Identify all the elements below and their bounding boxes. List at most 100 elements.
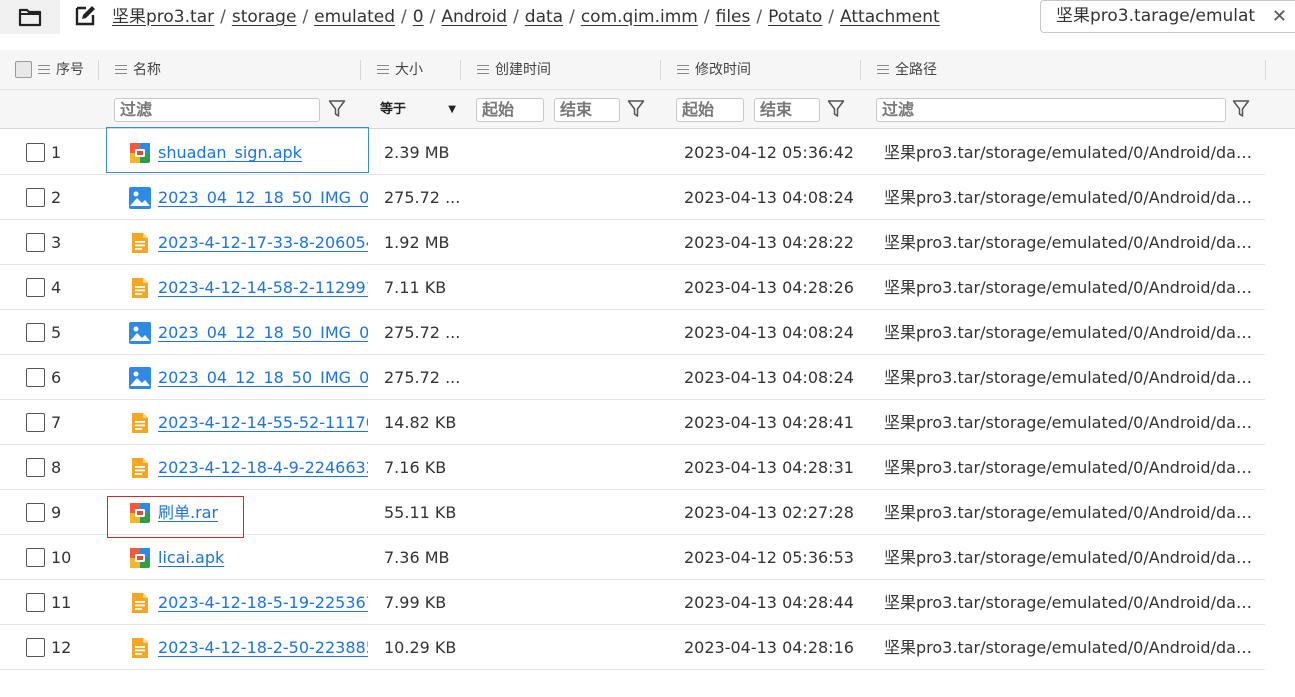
column-menu-icon [115,65,127,74]
row-index: 7 [51,413,62,432]
edit-icon[interactable] [74,5,96,27]
path-filter-input[interactable]: 过滤 [876,98,1226,122]
focused-cell [106,127,369,173]
table-row[interactable]: 6 2023_04_12_18_50_IMG_0022.JPG 275.72 ..… [0,355,1265,400]
file-name-cell[interactable]: 2023-4-12-14-58-2-1129910 [128,265,368,310]
filter-icon[interactable] [328,99,346,119]
table-row[interactable]: 4 2023-4-12-14-58-2-1129910 7.11 KB 2023-0… [0,265,1265,310]
full-path: 坚果pro3.tar/storage/emulated/0/Android/da… [884,413,1256,432]
row-checkbox[interactable] [26,638,45,657]
file-name-cell[interactable]: 2023-4-12-14-55-52-1117000 [128,400,368,445]
modified-start-placeholder: 起始 [682,100,715,119]
row-checkbox[interactable] [26,368,45,387]
column-divider[interactable] [360,60,361,80]
column-index-label: 序号 [56,62,84,78]
row-checkbox[interactable] [26,278,45,297]
created-start-placeholder: 起始 [482,100,515,119]
file-name-cell[interactable]: 2023-4-12-18-5-19-2253670 [128,580,368,625]
full-path: 坚果pro3.tar/storage/emulated/0/Android/da… [884,593,1256,612]
name-filter-input[interactable]: 过滤 [114,98,320,122]
breadcrumb-item[interactable]: emulated [314,7,395,27]
file-name-cell[interactable]: 2023-4-12-17-33-8-2060540 [128,220,368,265]
row-checkbox[interactable] [26,143,45,162]
column-divider[interactable] [660,60,661,80]
file-name-cell[interactable]: 2023_04_12_18_50_IMG_0022.JPG [128,355,368,400]
file-name-cell[interactable]: 2023-4-12-18-4-9-2246632 [128,445,368,490]
breadcrumb-item[interactable]: Android [441,7,507,27]
table-row[interactable]: 11 2023-4-12-18-5-19-2253670 7.99 KB 2023-… [0,580,1265,625]
table-row[interactable]: 12 2023-4-12-18-2-50-2238850 10.29 KB 2023… [0,625,1265,670]
breadcrumb-item[interactable]: storage [232,7,297,27]
file-name-link[interactable]: licai.apk [158,535,224,580]
file-name-link[interactable]: 2023-4-12-14-55-52-1117000 [158,400,368,445]
breadcrumb-item[interactable]: 0 [413,7,424,27]
column-divider[interactable] [860,60,861,80]
row-index: 3 [51,233,62,252]
row-checkbox[interactable] [26,593,45,612]
path-input-value: 坚果pro3.tarage/emulat [1056,6,1256,26]
column-divider[interactable] [460,60,461,80]
row-index: 11 [51,593,72,612]
file-name-link[interactable]: 2023_04_12_18_50_IMG_0021.JPG [158,310,368,355]
modified-start-input[interactable]: 起始 [676,98,744,122]
created-start-input[interactable]: 起始 [476,98,544,122]
row-checkbox[interactable] [26,503,45,522]
file-size: 275.72 ... [384,188,461,207]
file-name-cell[interactable]: 2023_04_12_18_50_IMG_0021.JPG [128,310,368,355]
table-row[interactable]: 3 2023-4-12-17-33-8-2060540 1.92 MB 2023-0… [0,220,1265,265]
close-icon[interactable]: ✕ [1272,1,1287,32]
filter-icon[interactable] [827,99,845,119]
breadcrumb-separator: / [756,7,763,27]
file-size: 1.92 MB [384,233,450,252]
column-fullpath[interactable]: 全路径 [877,50,937,90]
select-all-checkbox[interactable] [15,61,32,78]
column-created[interactable]: 创建时间 [477,50,551,90]
breadcrumb-item[interactable]: files [716,7,751,27]
column-divider[interactable] [98,60,99,80]
file-name-link[interactable]: 2023-4-12-18-5-19-2253670 [158,580,368,625]
full-path: 坚果pro3.tar/storage/emulated/0/Android/da… [884,548,1256,567]
file-name-link[interactable]: 2023-4-12-18-4-9-2246632 [158,445,368,490]
column-name[interactable]: 名称 [115,50,161,90]
file-name-link[interactable]: 2023_04_12_18_50_IMG_0022.JPG [158,355,368,400]
breadcrumb-item[interactable]: Attachment [840,7,940,27]
column-size[interactable]: 大小 [377,50,423,90]
row-checkbox[interactable] [26,413,45,432]
row-checkbox[interactable] [26,458,45,477]
file-name-cell[interactable]: 2023-4-12-18-2-50-2238850 [128,625,368,670]
path-input[interactable]: 坚果pro3.tarage/emulat ✕ [1040,0,1295,33]
table-row[interactable]: 7 2023-4-12-14-55-52-1117000 14.82 KB 2023… [0,400,1265,445]
column-divider[interactable] [1265,60,1266,80]
file-name-cell[interactable]: licai.apk [128,535,368,580]
breadcrumb-item[interactable]: Potato [768,7,822,27]
row-checkbox[interactable] [26,233,45,252]
created-end-input[interactable]: 结束 [554,98,620,122]
modified-end-input[interactable]: 结束 [754,98,820,122]
row-index: 6 [51,368,62,387]
folder-button[interactable] [0,0,60,34]
column-modified[interactable]: 修改时间 [677,50,751,90]
filter-icon[interactable] [1232,99,1250,119]
row-checkbox[interactable] [26,188,45,207]
file-name-link[interactable]: 2023-4-12-14-58-2-1129910 [158,265,368,310]
table-row[interactable]: 8 2023-4-12-18-4-9-2246632 7.16 KB 2023-04… [0,445,1265,490]
row-checkbox[interactable] [26,323,45,342]
table-row[interactable]: 10 licai.apk 7.36 MB 2023-04-12 05:36:53 坚果… [0,535,1265,580]
file-name-cell[interactable]: 2023_04_12_18_50_IMG_0020.JPG [128,175,368,220]
filter-row: 过滤 等于 ▼ 起始 结束 起始 结束 过滤 [0,90,1295,129]
table-row[interactable]: 5 2023_04_12_18_50_IMG_0021.JPG 275.72 ..… [0,310,1265,355]
size-filter-select[interactable]: 等于 ▼ [374,98,458,122]
breadcrumb-item[interactable]: 坚果pro3.tar [112,7,214,27]
column-index[interactable]: 序号 [38,50,84,90]
name-filter-placeholder: 过滤 [120,100,153,119]
modified-time: 2023-04-13 04:28:22 [684,233,854,252]
breadcrumb-item[interactable]: data [525,7,563,27]
row-checkbox[interactable] [26,548,45,567]
filter-icon[interactable] [627,99,645,119]
table-row[interactable]: 2 2023_04_12_18_50_IMG_0020.JPG 275.72 ..… [0,175,1265,220]
file-size: 275.72 ... [384,368,461,387]
breadcrumb-item[interactable]: com.qim.imm [581,7,698,27]
file-name-link[interactable]: 2023-4-12-18-2-50-2238850 [158,625,368,670]
file-name-link[interactable]: 2023-4-12-17-33-8-2060540 [158,220,368,265]
file-name-link[interactable]: 2023_04_12_18_50_IMG_0020.JPG [158,175,368,220]
